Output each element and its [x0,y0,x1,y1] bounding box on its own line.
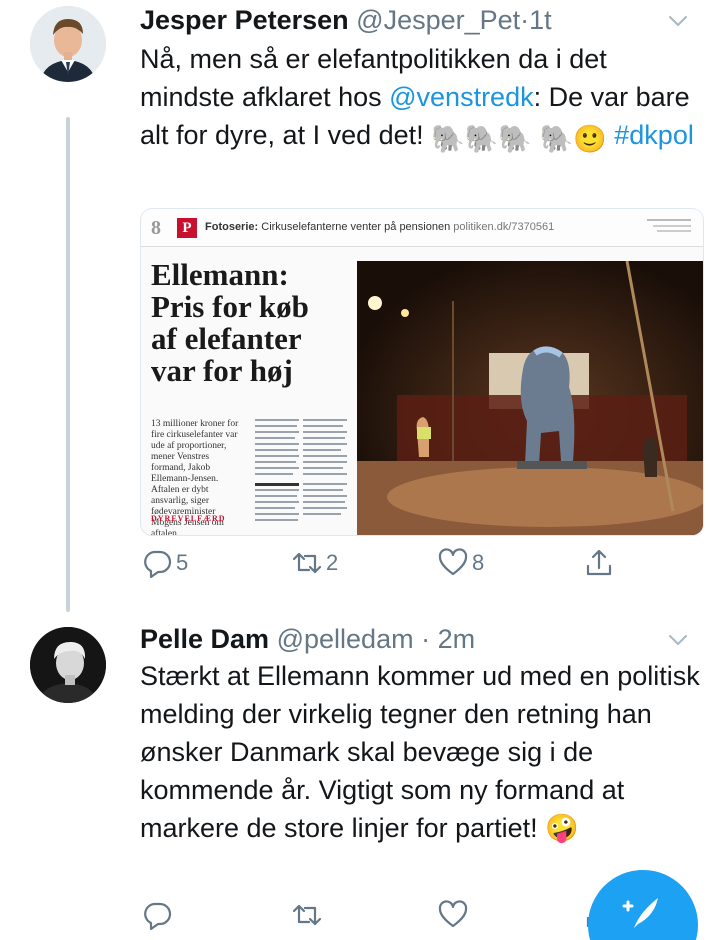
author-name[interactable]: Jesper Petersen [140,5,349,35]
emoji-row: 🐘🐘🐘 🐘🙂 [431,124,607,154]
article-headline: Ellemann: Pris for køb af elefanter var … [151,257,309,388]
tweet-actions: 5 2 8 [140,543,660,583]
label-text: Cirkuselefanterne venter på pensionen [261,221,451,233]
timestamp[interactable]: 1t [529,5,552,35]
reply-button[interactable]: 5 [140,543,188,583]
separator: · [421,624,431,654]
author-name[interactable]: Pelle Dam [140,624,269,654]
article-url: politiken.dk/7370561 [453,221,555,233]
chevron-down-icon[interactable] [665,627,691,653]
hashtag-link[interactable]: #dkpol [614,120,694,150]
thread-line [66,117,70,612]
reply-icon [144,902,172,931]
tweet-text: Stærkt at Ellemann kommer ud med en poli… [140,661,700,843]
article-section: DYREVELFÆRD [151,514,226,523]
author-handle[interactable]: @pelledam [277,624,414,654]
label-bold: Fotoserie: [205,221,259,233]
like-icon [438,900,468,928]
mention-link[interactable]: @venstredk [389,82,533,112]
avatar[interactable] [30,627,106,703]
share-button[interactable] [582,543,616,583]
media-card[interactable]: 8 P Fotoserie: Cirkuselefanterne venter … [140,208,704,536]
newspaper-header: 8 P Fotoserie: Cirkuselefanterne venter … [141,209,703,247]
separator: · [520,5,530,35]
retweet-icon [292,904,322,926]
reply-button[interactable] [140,895,174,935]
like-icon [438,548,468,576]
tweet-header: Jesper Petersen @Jesper_Pet·1t [140,4,552,36]
reply-count: 5 [176,550,189,575]
article-label: Fotoserie: Cirkuselefanterne venter på p… [205,221,554,233]
page-number: 8 [151,217,161,239]
circus-elephant-photo [357,261,703,535]
chevron-down-icon[interactable] [665,8,691,34]
article-body-lines [255,419,347,521]
tweet-jesper-petersen[interactable]: Jesper Petersen @Jesper_Pet·1t Nå, men s… [0,0,713,615]
retweet-count: 2 [326,550,339,575]
reply-icon [144,550,172,579]
retweet-button[interactable] [290,895,324,935]
politiken-logo: P [177,218,197,238]
like-count: 8 [472,550,485,575]
tweet-text: Nå, men så er elefantpolitikken da i det… [140,40,700,158]
compose-icon [622,898,658,928]
retweet-icon [292,552,322,574]
fine-print-icon [647,219,691,232]
like-button[interactable] [436,895,470,935]
author-handle[interactable]: @Jesper_Pet [356,5,520,35]
tweet-actions [140,895,660,935]
retweet-button[interactable]: 2 [290,543,338,583]
like-button[interactable]: 8 [436,543,484,583]
share-icon [586,549,612,576]
avatar[interactable] [30,6,106,82]
tweet-header: Pelle Dam @pelledam · 2m [140,623,475,655]
timestamp[interactable]: 2m [438,624,476,654]
